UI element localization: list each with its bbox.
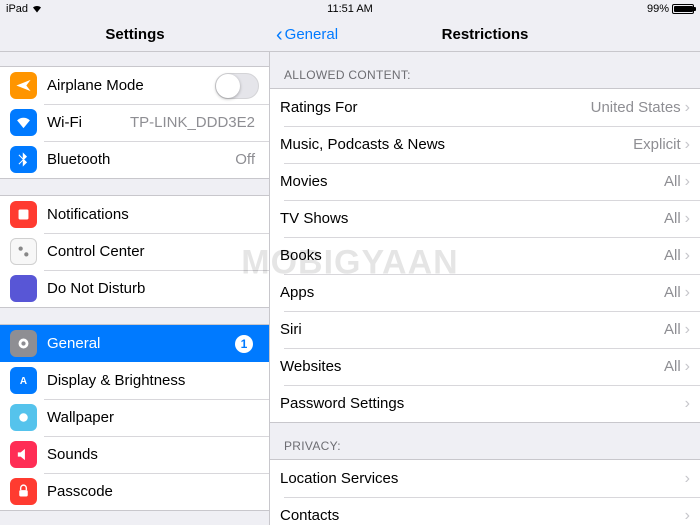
chevron-right-icon: ›: [685, 284, 690, 302]
chevron-right-icon: ›: [685, 136, 690, 154]
display-icon: A: [10, 367, 37, 394]
chevron-right-icon: ›: [685, 395, 690, 413]
chevron-right-icon: ›: [685, 173, 690, 191]
clock: 11:51 AM: [6, 3, 694, 15]
wifi-label: Wi-Fi: [47, 114, 130, 131]
chevron-right-icon: ›: [685, 99, 690, 117]
sidebar-item-wallpaper[interactable]: Wallpaper: [0, 399, 269, 436]
passcode-label: Passcode: [47, 483, 259, 500]
battery-percent: 99%: [647, 3, 669, 15]
sidebar-item-passcode[interactable]: Passcode: [0, 473, 269, 510]
back-label: General: [285, 18, 338, 52]
moon-icon: [10, 275, 37, 302]
device-label: iPad: [6, 3, 28, 15]
lock-icon: [10, 478, 37, 505]
privacy-header: PRIVACY:: [270, 423, 700, 459]
sidebar-item-bluetooth[interactable]: Bluetooth Off: [0, 141, 269, 178]
chevron-right-icon: ›: [685, 247, 690, 265]
sidebar-title: Settings: [0, 18, 270, 51]
chevron-right-icon: ›: [685, 321, 690, 339]
sidebar-item-control-center[interactable]: Control Center: [0, 233, 269, 270]
bluetooth-label: Bluetooth: [47, 151, 235, 168]
status-bar: iPad 11:51 AM 99%: [0, 0, 700, 18]
svg-text:A: A: [20, 376, 27, 387]
wallpaper-icon: [10, 404, 37, 431]
detail-pane: ALLOWED CONTENT: Ratings ForUnited State…: [270, 52, 700, 525]
row-books[interactable]: BooksAll›: [270, 237, 700, 274]
chevron-left-icon: ‹: [276, 25, 283, 45]
control-center-icon: [10, 238, 37, 265]
row-apps[interactable]: AppsAll›: [270, 274, 700, 311]
wifi-status-icon: [31, 2, 43, 17]
sidebar-item-display[interactable]: A Display & Brightness: [0, 362, 269, 399]
sidebar-item-airplane[interactable]: Airplane Mode: [0, 67, 269, 104]
row-tv[interactable]: TV ShowsAll›: [270, 200, 700, 237]
bluetooth-icon: [10, 146, 37, 173]
sidebar-item-general[interactable]: General 1: [0, 325, 269, 362]
general-label: General: [47, 335, 235, 352]
notifications-label: Notifications: [47, 206, 259, 223]
allowed-content-header: ALLOWED CONTENT:: [270, 52, 700, 88]
row-websites[interactable]: WebsitesAll›: [270, 348, 700, 385]
sounds-label: Sounds: [47, 446, 259, 463]
sidebar: Airplane Mode Wi-Fi TP-LINK_DDD3E2 Bluet…: [0, 52, 270, 525]
airplane-label: Airplane Mode: [47, 77, 215, 94]
control-center-label: Control Center: [47, 243, 259, 260]
row-music[interactable]: Music, Podcasts & NewsExplicit›: [270, 126, 700, 163]
sidebar-item-dnd[interactable]: Do Not Disturb: [0, 270, 269, 307]
wallpaper-label: Wallpaper: [47, 409, 259, 426]
bluetooth-value: Off: [235, 151, 255, 168]
sounds-icon: [10, 441, 37, 468]
airplane-switch[interactable]: [215, 73, 259, 99]
wifi-value: TP-LINK_DDD3E2: [130, 114, 255, 131]
row-ratings-for[interactable]: Ratings ForUnited States›: [270, 89, 700, 126]
battery-icon: [672, 4, 694, 14]
chevron-right-icon: ›: [685, 470, 690, 488]
gear-icon: [10, 330, 37, 357]
display-label: Display & Brightness: [47, 372, 259, 389]
dnd-label: Do Not Disturb: [47, 280, 259, 297]
chevron-right-icon: ›: [685, 358, 690, 376]
sidebar-item-sounds[interactable]: Sounds: [0, 436, 269, 473]
general-badge: 1: [235, 335, 253, 353]
sidebar-item-notifications[interactable]: Notifications: [0, 196, 269, 233]
row-siri[interactable]: SiriAll›: [270, 311, 700, 348]
wifi-icon: [10, 109, 37, 136]
notifications-icon: [10, 201, 37, 228]
row-contacts[interactable]: Contacts›: [270, 497, 700, 525]
row-location-services[interactable]: Location Services›: [270, 460, 700, 497]
back-button[interactable]: ‹ General: [276, 18, 338, 52]
header-bar: Settings ‹ General Restrictions: [0, 18, 700, 52]
row-password-settings[interactable]: Password Settings›: [270, 385, 700, 422]
sidebar-item-wifi[interactable]: Wi-Fi TP-LINK_DDD3E2: [0, 104, 269, 141]
airplane-icon: [10, 72, 37, 99]
chevron-right-icon: ›: [685, 210, 690, 228]
chevron-right-icon: ›: [685, 507, 690, 525]
row-movies[interactable]: MoviesAll›: [270, 163, 700, 200]
